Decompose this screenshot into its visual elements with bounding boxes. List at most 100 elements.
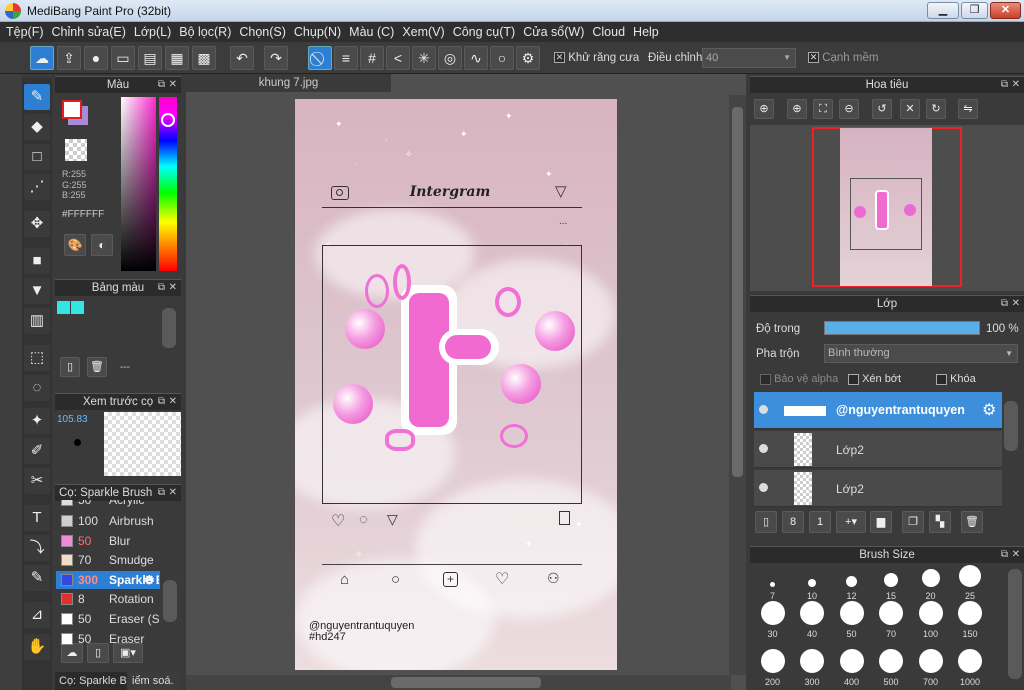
hand-tool-icon[interactable]: ✋ xyxy=(24,634,50,660)
brush-size-option[interactable]: 7 xyxy=(754,565,791,601)
close-icon[interactable]: ✕ xyxy=(169,280,177,296)
opacity-slider[interactable] xyxy=(824,321,980,335)
no-snap-icon[interactable]: ⃠ xyxy=(308,46,332,70)
select-tool-icon[interactable]: ⬚ xyxy=(24,345,50,371)
undock-icon[interactable]: ⧉ xyxy=(158,394,165,410)
magic-wand-tool-icon[interactable]: ✦ xyxy=(24,408,50,434)
move-tool-icon[interactable]: ✥ xyxy=(24,211,50,237)
close-icon[interactable]: ✕ xyxy=(1012,547,1020,563)
menu-file[interactable]: Tệp(F) xyxy=(6,25,52,39)
folder-icon[interactable]: ▆ xyxy=(870,511,892,533)
menu-filter[interactable]: Bộ lọc(R) xyxy=(179,25,239,39)
gear-icon[interactable]: ⚙ xyxy=(144,571,155,589)
select-eraser-tool-icon[interactable]: ✂ xyxy=(24,468,50,494)
undock-icon[interactable]: ⧉ xyxy=(158,77,165,93)
antialias-checkbox[interactable]: ✕ xyxy=(554,52,565,64)
scrollbar[interactable] xyxy=(1004,401,1018,451)
eyedropper-tool-icon[interactable]: ⊿ xyxy=(24,602,50,628)
zoom-out-icon[interactable]: ⊖ xyxy=(839,99,859,119)
scrollbar[interactable] xyxy=(162,308,176,348)
correction-select[interactable]: 40 ▼ xyxy=(702,48,796,68)
artwork-canvas[interactable]: ✦·✦✧✦·✦✧·✦✧✦· Intergram ▽ ... ♡ ◌ ▽ ⌂ ○ … xyxy=(295,99,617,670)
saturation-value-picker[interactable] xyxy=(121,97,156,271)
primary-color-swatch[interactable] xyxy=(62,100,82,119)
scroll-thumb[interactable] xyxy=(732,107,743,477)
brush-size-option[interactable]: 10 xyxy=(794,565,831,601)
eraser-tool-icon[interactable]: ◆ xyxy=(24,114,50,140)
add-layer-menu-icon[interactable]: +▾ xyxy=(836,511,866,533)
divide-tool-icon[interactable]: ✎ xyxy=(24,565,50,591)
gear-icon[interactable]: ⚙ xyxy=(982,400,996,420)
undock-icon[interactable]: ⧉ xyxy=(1001,547,1008,563)
trash-icon[interactable]: 🗑 xyxy=(87,357,107,377)
lasso-tool-icon[interactable]: ◌ xyxy=(24,375,50,401)
brush-size-option[interactable]: 50 xyxy=(833,601,870,639)
vertical-scrollbar[interactable] xyxy=(729,95,746,675)
brush-size-option[interactable]: 400 xyxy=(833,649,870,687)
checkbox[interactable] xyxy=(760,373,771,385)
brush-size-option[interactable]: 30 xyxy=(754,601,791,639)
operation-tool-icon[interactable]: ⤵ xyxy=(24,535,50,561)
blend-select[interactable]: Bình thường ▼ xyxy=(824,344,1018,363)
trash-icon[interactable]: 🗑 xyxy=(961,511,983,533)
menu-view[interactable]: Xem(V) xyxy=(402,25,452,39)
scrollbar[interactable] xyxy=(1008,569,1022,679)
brush-size-option[interactable]: 700 xyxy=(912,649,949,687)
fit-window-icon[interactable]: ⛶ xyxy=(813,99,833,119)
brush-size-option[interactable]: 300 xyxy=(794,649,831,687)
scrollbar[interactable] xyxy=(163,580,177,622)
transparent-color-swatch[interactable] xyxy=(65,139,87,161)
radial-snap-icon[interactable]: ✳ xyxy=(412,46,436,70)
text-tool-icon[interactable]: T xyxy=(24,505,50,531)
hue-handle[interactable] xyxy=(161,113,175,127)
circle-snap-icon[interactable]: ○ xyxy=(490,46,514,70)
share-icon[interactable]: ⇪ xyxy=(57,46,81,70)
brush-size-option[interactable]: 25 xyxy=(952,565,989,601)
maximize-button[interactable]: ❐ xyxy=(961,2,988,19)
new-1bit-layer-icon[interactable]: 1 xyxy=(809,511,831,533)
menu-select[interactable]: Chọn(S) xyxy=(239,25,294,39)
page-icon[interactable]: ▤ xyxy=(138,46,162,70)
undock-icon[interactable]: ⧉ xyxy=(1001,296,1008,312)
undo-icon[interactable]: ↶ xyxy=(230,46,254,70)
undock-icon[interactable]: ⧉ xyxy=(158,280,165,296)
palette-swatch[interactable] xyxy=(71,301,84,314)
zoom-in-icon[interactable]: ⊕ xyxy=(787,99,807,119)
brush-size-option[interactable]: 500 xyxy=(873,649,910,687)
panels-icon[interactable]: ▩ xyxy=(192,46,216,70)
menu-snap[interactable]: Chụp(N) xyxy=(294,25,349,39)
undock-icon[interactable]: ⧉ xyxy=(158,485,165,501)
shape-tool-icon[interactable]: □ xyxy=(24,144,50,170)
rotate-left-icon[interactable]: ↺ xyxy=(872,99,892,119)
reset-view-icon[interactable]: ✕ xyxy=(900,99,920,119)
gradient-tool-icon[interactable]: ▥ xyxy=(24,308,50,334)
scroll-thumb[interactable] xyxy=(391,677,541,688)
brush-size-option[interactable]: 20 xyxy=(912,565,949,601)
tab-control[interactable]: iểm soá. xyxy=(128,672,181,690)
layer-row[interactable]: Lớp2 xyxy=(754,470,1002,507)
brush-size-option[interactable]: 40 xyxy=(794,601,831,639)
menu-layer[interactable]: Lớp(L) xyxy=(134,25,179,39)
brush-size-option[interactable]: 15 xyxy=(873,565,910,601)
menu-color[interactable]: Màu (C) xyxy=(349,25,402,39)
palette-icon[interactable]: 🎨 xyxy=(64,234,86,256)
minimize-button[interactable]: ▁ xyxy=(927,2,959,19)
cloud-icon[interactable]: ☁ xyxy=(30,46,54,70)
brush-size-option[interactable]: 150 xyxy=(952,601,989,639)
palette-swatch[interactable] xyxy=(57,301,70,314)
close-icon[interactable]: ✕ xyxy=(169,394,177,410)
brush-size-option[interactable]: 1000 xyxy=(952,649,989,687)
tab-brush[interactable]: Cọ: Sparkle B... xyxy=(55,672,127,690)
bucket-tool-icon[interactable]: ▼ xyxy=(24,278,50,304)
antialias-toggle[interactable]: ✕ Khử răng cưa xyxy=(554,52,639,64)
checkbox[interactable] xyxy=(936,373,947,385)
brush-item[interactable]: 50 Eraser (Soft) xyxy=(56,610,160,628)
brush-item[interactable]: 50 Blur xyxy=(56,532,160,550)
perspective-snap-icon[interactable]: < xyxy=(386,46,410,70)
message-icon[interactable]: ▭ xyxy=(111,46,135,70)
new-page-icon[interactable]: ▯ xyxy=(60,357,80,377)
brush-item[interactable]: 8 Rotation xyxy=(56,590,160,608)
close-icon[interactable]: ✕ xyxy=(169,77,177,93)
navigator-preview[interactable] xyxy=(750,125,1024,291)
comment-icon[interactable]: ● xyxy=(84,46,108,70)
